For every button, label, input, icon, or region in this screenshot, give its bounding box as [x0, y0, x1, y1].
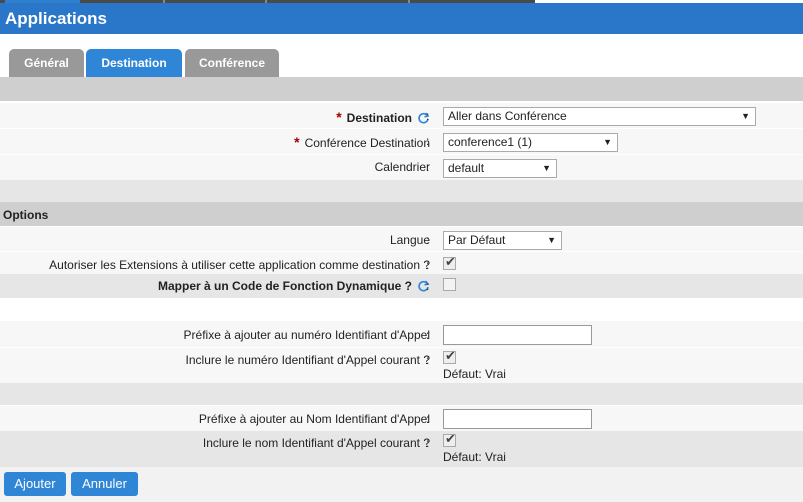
colon: : [426, 279, 430, 293]
destination-label: * Destination [336, 109, 430, 128]
row-inclure-numero: Inclure le numéro Identifiant d'Appel co… [0, 347, 803, 384]
row-langue: Langue : Par Défaut ▼ [0, 226, 803, 252]
prefixe-numero-label: Préfixe à ajouter au numéro Identifiant … [183, 328, 430, 342]
colon: : [426, 353, 430, 367]
tab-bar: Général Destination Conférence [0, 34, 803, 77]
inclure-nom-checkbox[interactable]: ✔ [443, 431, 456, 447]
calendrier-select[interactable]: default ▼ [443, 159, 557, 178]
page-title: Applications [5, 9, 108, 28]
langue-label: Langue [389, 233, 430, 247]
prefixe-nom-input[interactable] [443, 409, 592, 429]
calendrier-label: Calendrier [374, 160, 430, 174]
colon: : [426, 109, 430, 123]
mapper-code-checkbox[interactable] [443, 278, 456, 291]
autoriser-extensions-checkbox[interactable]: ✔ [443, 254, 456, 270]
row-prefixe-numero: Préfixe à ajouter au numéro Identifiant … [0, 320, 803, 348]
submit-button[interactable]: Ajouter [4, 472, 66, 496]
row-calendrier: Calendrier : default ▼ [0, 154, 803, 181]
spacer [0, 298, 803, 320]
title-bar: Applications [0, 3, 803, 34]
required-marker: * [336, 109, 342, 125]
langue-select[interactable]: Par Défaut ▼ [443, 231, 562, 250]
default-hint: Défaut: Vrai [443, 450, 506, 464]
inclure-numero-label: Inclure le numéro Identifiant d'Appel co… [185, 353, 430, 367]
cancel-button[interactable]: Annuler [71, 472, 138, 496]
colon: : [426, 134, 430, 148]
spacer [0, 180, 803, 202]
tab-content-header [0, 77, 803, 101]
checkmark-icon: ✔ [445, 348, 456, 363]
checkmark-icon: ✔ [445, 431, 456, 446]
options-title: Options [3, 208, 49, 222]
row-prefixe-nom: Préfixe à ajouter au Nom Identifiant d'A… [0, 405, 803, 432]
tab-conference[interactable]: Conférence [185, 49, 279, 77]
default-hint: Défaut: Vrai [443, 367, 506, 381]
tab-general[interactable]: Général [9, 49, 84, 77]
colon: : [426, 412, 430, 426]
row-conference-destination: * Conférence Destination : conference1 (1… [0, 128, 803, 155]
colon: : [426, 258, 430, 272]
row-inclure-nom: Inclure le nom Identifiant d'Appel coura… [0, 431, 803, 467]
chevron-down-icon: ▼ [603, 137, 612, 147]
conference-destination-label: * Conférence Destination [294, 134, 430, 150]
mapper-code-label: Mapper à un Code de Fonction Dynamique ? [158, 279, 430, 296]
chevron-down-icon: ▼ [741, 111, 750, 121]
colon: : [426, 436, 430, 450]
colon: : [426, 160, 430, 174]
autoriser-extensions-label: Autoriser les Extensions à utiliser cett… [49, 258, 430, 272]
inclure-nom-label: Inclure le nom Identifiant d'Appel coura… [202, 436, 430, 450]
row-destination: * Destination : Aller dans Conférence ▼ [0, 102, 803, 129]
conference-destination-select[interactable]: conference1 (1) ▼ [443, 133, 618, 152]
prefixe-nom-label: Préfixe à ajouter au Nom Identifiant d'A… [198, 412, 430, 426]
colon: : [426, 328, 430, 342]
destination-select[interactable]: Aller dans Conférence ▼ [443, 107, 756, 126]
action-bar: Ajouter Annuler [0, 467, 803, 502]
row-autoriser-extensions: Autoriser les Extensions à utiliser cett… [0, 251, 803, 275]
chevron-down-icon: ▼ [547, 235, 556, 245]
required-marker: * [294, 134, 300, 150]
row-mapper-code: Mapper à un Code de Fonction Dynamique ?… [0, 274, 803, 298]
prefixe-numero-input[interactable] [443, 325, 592, 345]
chevron-down-icon: ▼ [542, 163, 551, 173]
tab-destination[interactable]: Destination [86, 49, 182, 77]
spacer [0, 383, 803, 405]
options-header: Options [0, 202, 803, 226]
inclure-numero-checkbox[interactable]: ✔ [443, 348, 456, 364]
checkmark-icon: ✔ [445, 254, 456, 269]
colon: : [426, 233, 430, 247]
